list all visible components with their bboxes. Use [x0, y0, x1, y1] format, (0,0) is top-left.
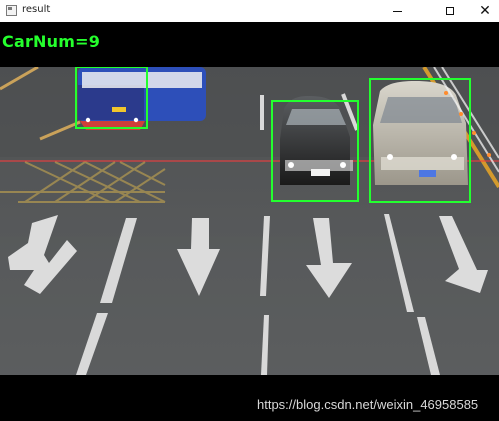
close-icon: ✕ — [479, 3, 491, 19]
road-scene — [0, 65, 499, 375]
road-shade-bottom — [0, 237, 499, 375]
light-sedan — [373, 81, 468, 185]
minimize-icon — [392, 10, 402, 12]
image-viewer-window: result ✕ CarNum=9 https://blog.csdn.net/… — [0, 0, 499, 421]
car-count-label: CarNum=9 — [2, 32, 101, 51]
maximize-button[interactable] — [435, 0, 465, 22]
close-button[interactable]: ✕ — [470, 0, 499, 22]
watermark-text: https://blog.csdn.net/weixin_46958585 — [257, 397, 479, 412]
traffic-image — [0, 65, 499, 375]
app-icon — [6, 5, 17, 16]
window-title: result — [22, 4, 51, 15]
minimize-button[interactable] — [382, 0, 412, 22]
bus-vehicle — [78, 67, 206, 130]
maximize-icon — [446, 7, 454, 15]
title-bar[interactable]: result ✕ — [0, 0, 499, 23]
